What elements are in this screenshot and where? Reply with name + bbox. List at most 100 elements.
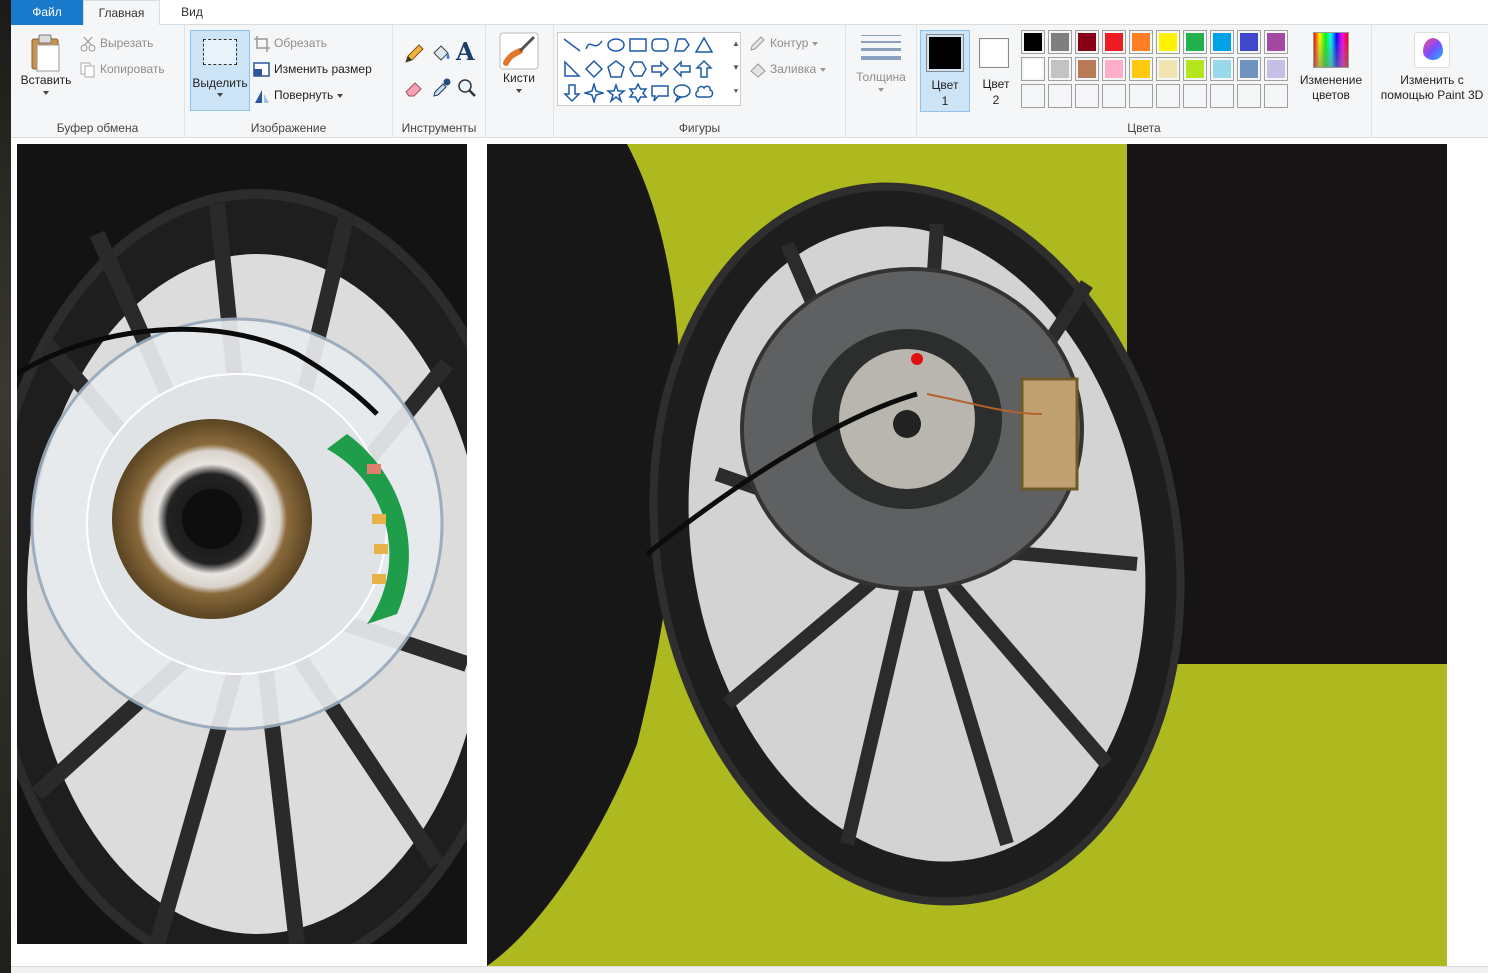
group-size: Толщина	[846, 25, 917, 138]
palette-swatch[interactable]	[1102, 84, 1126, 108]
copy-icon	[80, 62, 95, 78]
five-point-star-shape-icon[interactable]	[606, 83, 626, 103]
palette-swatch[interactable]	[1021, 84, 1045, 108]
select-button[interactable]: Выделить	[190, 30, 250, 111]
palette-swatch[interactable]	[1183, 57, 1207, 81]
palette-swatch[interactable]	[1156, 30, 1180, 54]
pentagon-shape-icon[interactable]	[606, 59, 626, 79]
rect-callout-shape-icon[interactable]	[650, 83, 670, 103]
group-image: Выделить Обрезать Изменить размер Поверн…	[185, 25, 393, 138]
palette-swatch[interactable]	[1210, 30, 1234, 54]
hexagon-shape-icon[interactable]	[628, 59, 648, 79]
palette-swatch[interactable]	[1048, 57, 1072, 81]
tab-home[interactable]: Главная	[83, 0, 160, 26]
right-triangle-shape-icon[interactable]	[562, 59, 582, 79]
group-clipboard: Вставить Вырезать Копировать Буфер обмен…	[11, 25, 185, 138]
edit-with-paint3d-button[interactable]: Изменить с помощью Paint 3D	[1376, 31, 1488, 111]
triangle-shape-icon[interactable]	[694, 35, 714, 55]
rounded-rectangle-shape-icon[interactable]	[650, 35, 670, 55]
palette-swatch[interactable]	[1237, 30, 1261, 54]
palette-swatch[interactable]	[1048, 30, 1072, 54]
paint3d-icon	[1414, 32, 1450, 68]
edit-colors-button[interactable]: Изменение цветов	[1295, 31, 1367, 111]
outline-button[interactable]: Контур	[749, 32, 819, 54]
fill-bucket-icon[interactable]	[430, 43, 452, 65]
up-arrow-shape-icon[interactable]	[694, 59, 714, 79]
cut-button[interactable]: Вырезать	[79, 32, 153, 54]
line-shape-icon[interactable]	[562, 35, 582, 55]
palette-swatch[interactable]	[1183, 84, 1207, 108]
rotate-button[interactable]: Повернуть	[253, 84, 344, 106]
palette-swatch-fill	[1024, 60, 1042, 78]
palette-swatch-fill	[1213, 33, 1231, 51]
palette-swatch[interactable]	[1075, 57, 1099, 81]
palette-swatch[interactable]	[1021, 57, 1045, 81]
palette-swatch[interactable]	[1237, 84, 1261, 108]
tab-view[interactable]: Вид	[160, 0, 224, 25]
copy-button[interactable]: Копировать	[79, 58, 165, 80]
scroll-down-icon[interactable]: ▼	[729, 56, 743, 80]
oval-shape-icon[interactable]	[606, 35, 626, 55]
palette-swatch[interactable]	[1264, 57, 1288, 81]
six-point-star-shape-icon[interactable]	[628, 83, 648, 103]
paste-label: Вставить	[20, 73, 72, 87]
palette-swatch[interactable]	[1210, 84, 1234, 108]
cloud-callout-shape-icon[interactable]	[694, 83, 714, 103]
magnifier-icon[interactable]	[456, 77, 478, 99]
palette-swatch[interactable]	[1129, 84, 1153, 108]
polygon-shape-icon[interactable]	[672, 35, 692, 55]
group-label-colors: Цвета	[1127, 121, 1161, 135]
color2-button[interactable]: Цвет 2	[974, 30, 1018, 112]
brushes-button[interactable]: Кисти	[491, 31, 547, 111]
eraser-icon[interactable]	[403, 77, 425, 99]
oval-callout-shape-icon[interactable]	[672, 83, 692, 103]
canvas-area	[11, 138, 1488, 973]
palette-swatch[interactable]	[1129, 30, 1153, 54]
scroll-up-icon[interactable]: ▲	[729, 32, 743, 56]
paste-dropdown-icon	[43, 91, 49, 95]
right-arrow-shape-icon[interactable]	[650, 59, 670, 79]
palette-swatch[interactable]	[1156, 57, 1180, 81]
crop-button[interactable]: Обрезать	[253, 32, 327, 54]
color-picker-icon[interactable]	[430, 77, 452, 99]
outline-label: Контур	[770, 36, 809, 50]
color1-swatch	[926, 34, 964, 72]
four-point-star-shape-icon[interactable]	[584, 83, 604, 103]
paint3d-label-1: Изменить с	[1400, 73, 1464, 87]
palette-swatch[interactable]	[1264, 84, 1288, 108]
palette-swatch[interactable]	[1264, 30, 1288, 54]
palette-swatch[interactable]	[1156, 84, 1180, 108]
fill-button[interactable]: Заливка	[749, 58, 827, 80]
drawing-canvas[interactable]	[11, 138, 1488, 966]
palette-swatch[interactable]	[1102, 57, 1126, 81]
palette-swatch[interactable]	[1129, 57, 1153, 81]
down-arrow-shape-icon[interactable]	[562, 83, 582, 103]
size-button[interactable]: Толщина	[851, 31, 911, 111]
palette-swatch-fill	[1132, 87, 1150, 105]
pencil-icon[interactable]	[403, 43, 425, 65]
palette-swatch[interactable]	[1210, 57, 1234, 81]
earcup-image	[487, 144, 1447, 966]
group-label-tools: Инструменты	[401, 121, 477, 135]
palette-swatch[interactable]	[1183, 30, 1207, 54]
diamond-shape-icon[interactable]	[584, 59, 604, 79]
palette-swatch[interactable]	[1237, 57, 1261, 81]
resize-icon	[253, 62, 270, 77]
palette-swatch[interactable]	[1075, 30, 1099, 54]
select-dropdown-icon	[217, 93, 223, 97]
text-tool-icon[interactable]: A	[456, 39, 478, 65]
palette-swatch[interactable]	[1102, 30, 1126, 54]
paste-button[interactable]: Вставить	[15, 31, 77, 111]
gallery-expand-icon[interactable]: ⯆	[729, 80, 743, 104]
tab-file[interactable]: Файл	[11, 0, 83, 25]
palette-swatch[interactable]	[1021, 30, 1045, 54]
palette-swatch[interactable]	[1048, 84, 1072, 108]
palette-swatch[interactable]	[1075, 84, 1099, 108]
left-arrow-shape-icon[interactable]	[672, 59, 692, 79]
curve-shape-icon[interactable]	[584, 35, 604, 55]
palette-swatch-fill	[1213, 60, 1231, 78]
rectangle-shape-icon[interactable]	[628, 35, 648, 55]
shapes-scrollbar[interactable]: ▲ ▼ ⯆	[729, 32, 743, 106]
color1-button[interactable]: Цвет 1	[920, 30, 970, 112]
resize-button[interactable]: Изменить размер	[253, 58, 372, 80]
